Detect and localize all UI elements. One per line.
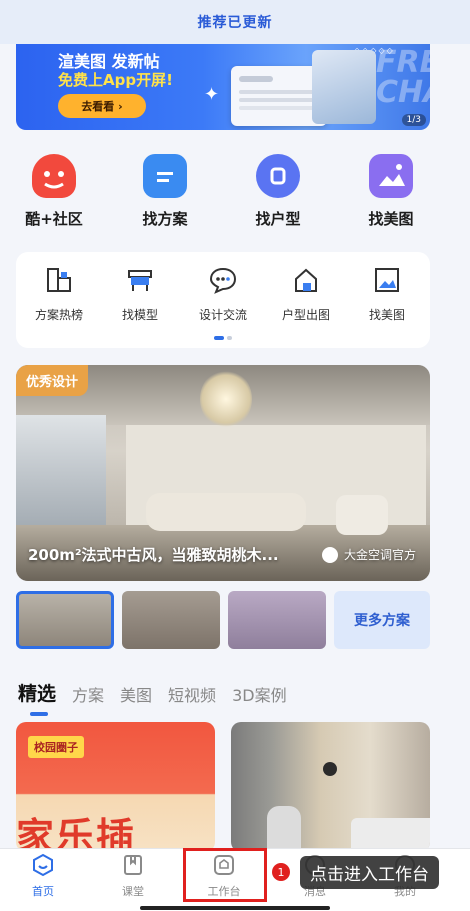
gallery-icon <box>369 154 413 198</box>
thumbnail-3[interactable] <box>228 591 326 649</box>
author-avatar <box>321 546 338 563</box>
floorplan-icon <box>256 154 300 198</box>
banner-subtitle: 免费上App开屏! <box>58 71 173 89</box>
author-name: 大金空调官方 <box>343 548 416 562</box>
classroom-icon <box>121 853 145 877</box>
content-tabs: 精选 方案 美图 短视频 3D案例 <box>18 676 303 716</box>
community-icon <box>32 154 76 198</box>
content-feed: 校园圈子 家乐插 <box>16 722 430 852</box>
quick-action-label: 找方案 <box>142 210 188 228</box>
banner-go-button[interactable]: 去看看 › <box>58 94 146 118</box>
quick-action-label: 酷+社区 <box>25 210 83 228</box>
featured-tag: 优秀设计 <box>16 365 89 396</box>
ranking-icon <box>45 266 73 294</box>
figure-image <box>267 806 301 852</box>
guide-tooltip-text: 点击进入工作台 <box>300 855 439 889</box>
tab-3d-cases[interactable]: 3D案例 <box>232 682 287 706</box>
feed-card-interior[interactable] <box>231 722 430 852</box>
tool-label: 找美图 <box>368 308 405 322</box>
tool-floorplan-render[interactable]: 户型出图 <box>266 266 346 323</box>
quick-action-community[interactable]: 酷+社区 <box>9 150 99 229</box>
featured-design-card[interactable]: 优秀设计 200m²法式中古风，当雅致胡桃木... 大金空调官方 <box>16 365 430 581</box>
recommendation-updated-bar: 推荐已更新 <box>0 0 470 44</box>
banner-background-text: FREE CHA <box>376 45 430 110</box>
promo-banner[interactable]: 渲美图 发新帖 免费上App开屏! 去看看 › ✦ ◇◇◇◇◇ FREE CHA… <box>16 44 430 130</box>
tool-find-model[interactable]: 找模型 <box>100 266 180 323</box>
sparkle-icon: ✦ <box>204 84 220 105</box>
nav-label: 首页 <box>32 885 54 898</box>
campus-circle-badge: 校园圈子 <box>28 736 84 758</box>
design-thumbnails: 更多方案 <box>16 591 430 649</box>
tools-panel: 方案热榜 找模型 设计交流 户型出图 找美图 <box>16 252 430 348</box>
featured-author[interactable]: 大金空调官方 <box>321 546 416 563</box>
nav-label: 课堂 <box>122 885 144 898</box>
home-icon <box>31 853 55 877</box>
tools-page-indicator <box>214 336 232 340</box>
chat-icon <box>209 266 237 294</box>
workbench-highlight-box <box>183 848 267 902</box>
chandelier-image <box>200 369 252 429</box>
sofa-image <box>146 493 306 531</box>
tool-label: 设计交流 <box>198 308 247 322</box>
home-indicator <box>140 906 330 910</box>
tab-pictures[interactable]: 美图 <box>120 682 152 706</box>
thumbnail-1[interactable] <box>16 591 114 649</box>
recommendation-updated-text: 推荐已更新 <box>197 15 273 31</box>
document-icon <box>143 154 187 198</box>
tab-short-video[interactable]: 短视频 <box>168 682 216 706</box>
thumbnail-2[interactable] <box>122 591 220 649</box>
nav-classroom[interactable]: 课堂 <box>98 853 168 899</box>
tool-design-exchange[interactable]: 设计交流 <box>183 266 263 323</box>
quick-actions: 酷+社区 找方案 找户型 找美图 <box>0 150 470 240</box>
nav-home[interactable]: 首页 <box>8 853 78 899</box>
quick-action-find-floorplan[interactable]: 找户型 <box>233 150 323 229</box>
feed-card-campus[interactable]: 校园圈子 家乐插 <box>16 722 215 852</box>
tool-find-pictures[interactable]: 找美图 <box>347 266 427 323</box>
tab-featured[interactable]: 精选 <box>18 679 56 716</box>
tab-plans[interactable]: 方案 <box>72 682 104 706</box>
quick-action-label: 找户型 <box>255 210 301 228</box>
model-icon <box>126 266 154 294</box>
bed-image <box>351 818 430 852</box>
quick-action-find-pictures[interactable]: 找美图 <box>346 150 436 229</box>
guide-tooltip: 1 点击进入工作台 <box>272 855 439 889</box>
armchair-image <box>336 495 388 535</box>
banner-pager: 1/3 <box>401 114 426 126</box>
tool-label: 找模型 <box>121 308 158 322</box>
tool-label: 户型出图 <box>281 308 330 322</box>
banner-preview-image <box>312 50 376 124</box>
more-plans-button[interactable]: 更多方案 <box>334 591 430 649</box>
picture-icon <box>373 266 401 294</box>
campus-card-title: 家乐插 <box>16 815 137 852</box>
house-icon <box>292 266 320 294</box>
quick-action-find-plan[interactable]: 找方案 <box>120 150 210 229</box>
tool-plan-ranking[interactable]: 方案热榜 <box>19 266 99 323</box>
pendant-lamp-image <box>323 762 337 776</box>
tool-label: 方案热榜 <box>34 308 83 322</box>
featured-caption: 200m²法式中古风，当雅致胡桃木... <box>28 546 279 564</box>
quick-action-label: 找美图 <box>368 210 414 228</box>
guide-step-badge: 1 <box>272 863 290 881</box>
